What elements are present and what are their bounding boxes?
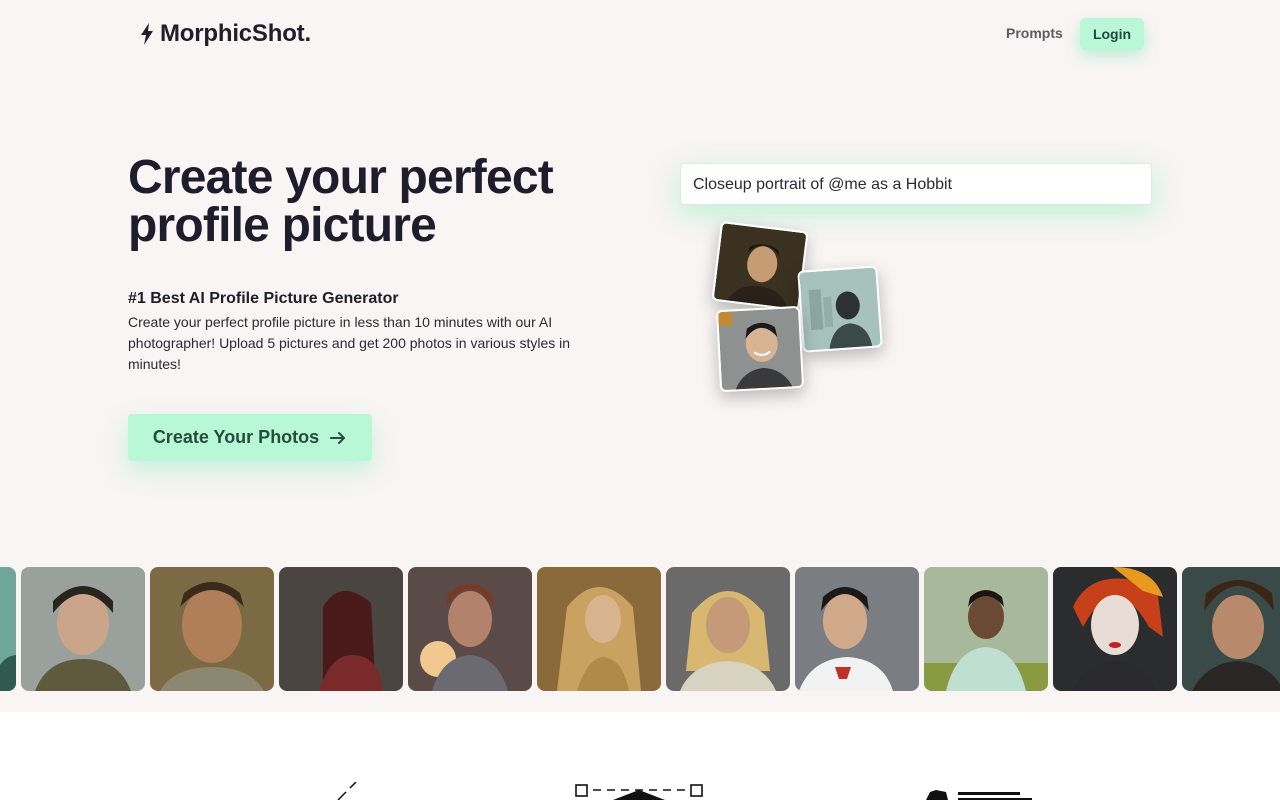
hero-title: Create your perfect profile picture xyxy=(128,154,648,250)
gallery-portrait xyxy=(1053,567,1177,691)
prompt-input[interactable] xyxy=(693,173,1133,197)
gallery-portrait xyxy=(795,567,919,691)
gallery-portrait xyxy=(150,567,274,691)
page: MorphicShot. Prompts Login Create your p… xyxy=(0,0,1280,800)
pencil-icon xyxy=(337,782,357,800)
gallery-portrait xyxy=(408,567,532,691)
features-section xyxy=(0,712,1280,800)
gallery-portrait xyxy=(279,567,403,691)
hero-subtitle: #1 Best AI Profile Picture Generator xyxy=(128,290,399,307)
selection-frame-icon xyxy=(575,784,703,800)
portrait-gallery xyxy=(0,567,1280,693)
document-lines-icon xyxy=(926,790,1032,800)
gallery-portrait xyxy=(21,567,145,691)
gallery-portrait xyxy=(1182,567,1280,691)
example-photo-1 xyxy=(711,220,809,312)
lightning-bolt-icon xyxy=(141,23,153,45)
logo-text: MorphicShot. xyxy=(160,20,311,47)
example-photo-2 xyxy=(797,265,883,353)
gallery-portrait xyxy=(0,567,16,691)
prompt-box xyxy=(680,163,1152,205)
gallery-portrait xyxy=(924,567,1048,691)
create-photos-button[interactable]: Create Your Photos xyxy=(128,414,372,461)
example-photo-3 xyxy=(715,305,805,393)
header: MorphicShot. Prompts Login xyxy=(0,0,1280,68)
hero-description: Create your perfect profile picture in l… xyxy=(128,314,571,372)
nav-prompts-link[interactable]: Prompts xyxy=(1006,25,1063,41)
hero-title-line2: profile picture xyxy=(128,199,437,252)
hero-title-line1: Create your perfect xyxy=(128,151,554,204)
gallery-portrait xyxy=(537,567,661,691)
logo[interactable]: MorphicShot. xyxy=(140,20,311,48)
login-button[interactable]: Login xyxy=(1080,18,1144,50)
create-photos-label: Create Your Photos xyxy=(152,427,320,447)
arrow-right-icon xyxy=(330,431,346,444)
gallery-portrait xyxy=(666,567,790,691)
